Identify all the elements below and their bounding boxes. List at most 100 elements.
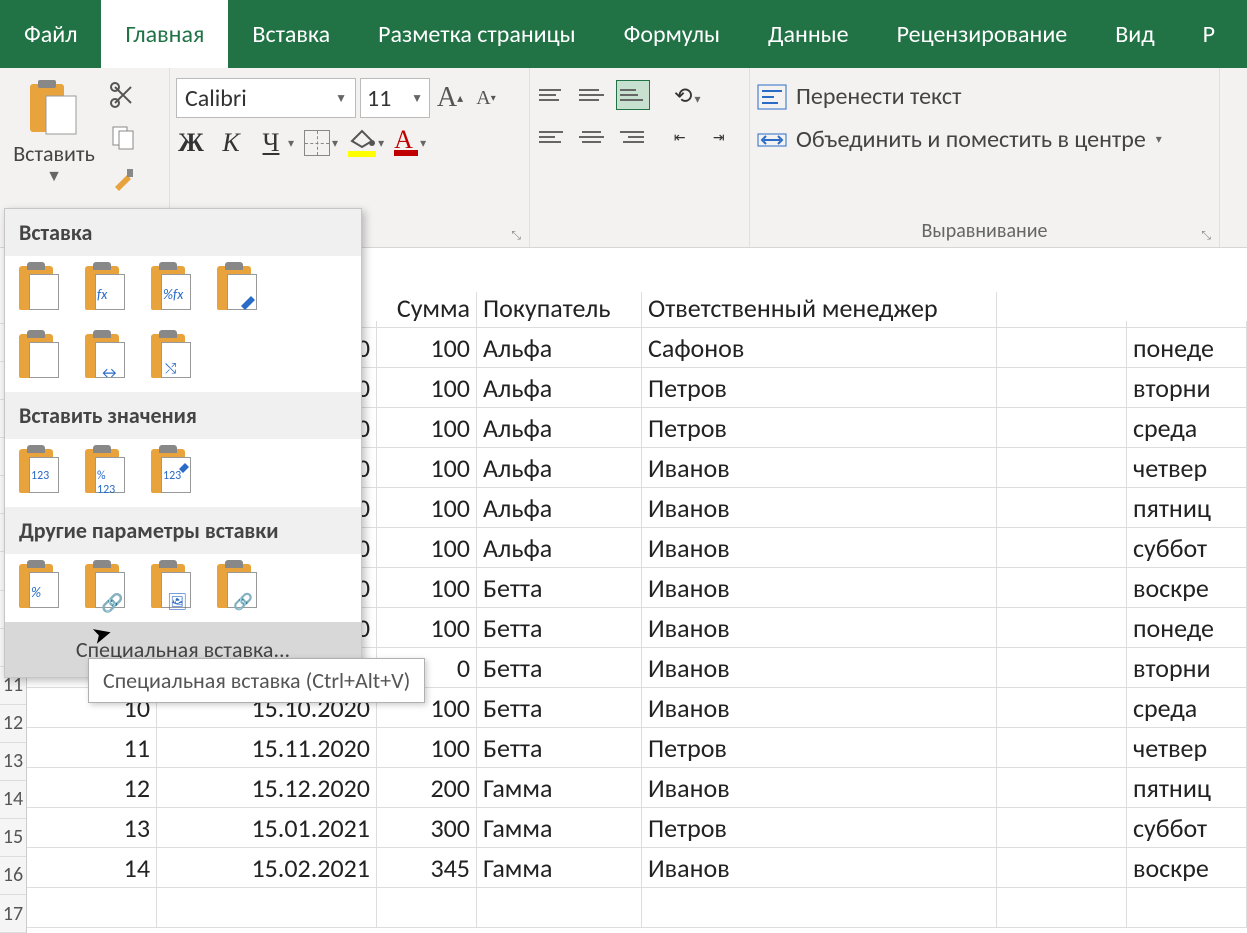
cell[interactable]: 300 — [377, 808, 477, 847]
paste-no-borders-option[interactable] — [19, 334, 67, 382]
paste-transpose-option[interactable]: ⤭ — [151, 334, 199, 382]
tab-page-layout[interactable]: Разметка страницы — [354, 0, 599, 68]
tab-file[interactable]: Файл — [0, 0, 101, 68]
cell[interactable]: пятниц — [1127, 488, 1247, 527]
cell[interactable]: Иванов — [642, 768, 997, 807]
cell[interactable]: Гамма — [477, 848, 642, 887]
cell[interactable]: Петров — [642, 728, 997, 767]
cell[interactable]: 12 — [27, 768, 157, 807]
underline-button[interactable]: Ч — [256, 128, 286, 158]
row-header[interactable]: 14 — [0, 781, 26, 819]
cell[interactable] — [997, 528, 1127, 567]
cell[interactable]: Альфа — [477, 368, 642, 407]
cell[interactable]: 15.02.2021 — [157, 848, 377, 887]
cell[interactable]: Петров — [642, 368, 997, 407]
tab-formulas[interactable]: Формулы — [600, 0, 744, 68]
table-row[interactable]: 1315.01.2021300ГаммаПетров суббот — [27, 808, 1247, 848]
col-header[interactable] — [997, 321, 1127, 327]
align-left-button[interactable] — [536, 122, 569, 152]
cell[interactable]: Иванов — [642, 648, 997, 687]
table-row[interactable]: 1215.12.2020200ГаммаИвановпятниц — [27, 768, 1247, 808]
cell[interactable] — [997, 328, 1127, 367]
cell[interactable]: 345 — [377, 848, 477, 887]
cell[interactable]: Бетта — [477, 568, 642, 607]
cell[interactable]: 100 — [377, 608, 477, 647]
cell[interactable]: Иванов — [642, 608, 997, 647]
tab-partial[interactable]: Р — [1179, 0, 1239, 68]
font-color-button[interactable]: A ▾ — [394, 130, 426, 156]
cell[interactable]: Альфа — [477, 328, 642, 367]
cell[interactable]: Иванов — [642, 528, 997, 567]
table-row[interactable]: 1115.11.2020100БеттаПетровчетвер — [27, 728, 1247, 768]
font-name-combo[interactable]: Calibri▼ — [176, 78, 356, 118]
cell[interactable]: вторни — [1127, 368, 1247, 407]
cell[interactable]: воскре — [1127, 568, 1247, 607]
paste-formulas-number-option[interactable]: %fx — [151, 266, 199, 314]
cell[interactable]: суббот — [1127, 808, 1247, 847]
italic-button[interactable]: К — [216, 128, 246, 158]
grow-font-button[interactable]: A▴ — [434, 78, 466, 118]
cell[interactable]: 15.11.2020 — [157, 728, 377, 767]
cell[interactable]: 100 — [377, 728, 477, 767]
cell[interactable]: 100 — [377, 328, 477, 367]
cell[interactable]: 100 — [377, 408, 477, 447]
cell[interactable]: среда — [1127, 408, 1247, 447]
align-center-button[interactable] — [575, 122, 608, 152]
cell[interactable]: Иванов — [642, 488, 997, 527]
row-header[interactable]: 17 — [0, 895, 26, 933]
row-header[interactable]: 15 — [0, 819, 26, 857]
fill-color-button[interactable]: ▾ — [348, 129, 384, 157]
cell[interactable] — [997, 568, 1127, 607]
cell[interactable]: 100 — [377, 488, 477, 527]
dialog-launcher-icon[interactable]: ⤡ — [1201, 229, 1211, 243]
paste-values-option[interactable]: 123 — [19, 449, 67, 497]
cell[interactable]: Петров — [642, 408, 997, 447]
cell[interactable]: Альфа — [477, 408, 642, 447]
cell[interactable] — [997, 408, 1127, 447]
dialog-launcher-icon[interactable]: ⤡ — [511, 229, 521, 243]
paste-button[interactable]: Вставить ▼ — [6, 72, 102, 186]
table-row[interactable]: 1415.02.2021345ГаммаИвановвоскре — [27, 848, 1247, 888]
cell[interactable]: понеде — [1127, 328, 1247, 367]
cell[interactable]: Иванов — [642, 688, 997, 727]
cell[interactable] — [997, 448, 1127, 487]
cell[interactable]: четвер — [1127, 728, 1247, 767]
cell[interactable]: суббот — [1127, 528, 1247, 567]
align-top-button[interactable] — [536, 80, 570, 110]
cell[interactable]: 200 — [377, 768, 477, 807]
merge-center-button[interactable]: Объединить и поместить в центре ▾ — [756, 125, 1213, 154]
cell[interactable]: Гамма — [477, 808, 642, 847]
font-size-combo[interactable]: 11▼ — [360, 78, 430, 118]
tab-data[interactable]: Данные — [744, 0, 873, 68]
tab-view[interactable]: Вид — [1091, 0, 1178, 68]
cell[interactable]: Бетта — [477, 608, 642, 647]
cell[interactable]: воскре — [1127, 848, 1247, 887]
cell[interactable] — [997, 768, 1127, 807]
tab-insert[interactable]: Вставка — [228, 0, 354, 68]
cell[interactable] — [997, 608, 1127, 647]
tab-review[interactable]: Рецензирование — [873, 0, 1092, 68]
decrease-indent-button[interactable]: ⇤ — [671, 122, 704, 152]
paste-formatting-option[interactable]: % — [19, 564, 67, 612]
cell[interactable]: вторни — [1127, 648, 1247, 687]
paste-column-widths-option[interactable]: ↔ — [85, 334, 133, 382]
paste-values-number-option[interactable]: %123 — [85, 449, 133, 497]
paste-all-option[interactable] — [19, 266, 67, 314]
cell[interactable] — [997, 728, 1127, 767]
row-header[interactable]: 13 — [0, 743, 26, 781]
cell[interactable]: Петров — [642, 808, 997, 847]
cell[interactable]: Бетта — [477, 688, 642, 727]
align-middle-button[interactable] — [576, 80, 610, 110]
cell[interactable]: пятниц — [1127, 768, 1247, 807]
cell[interactable]: 15.01.2021 — [157, 808, 377, 847]
orientation-button[interactable]: ⟲▾ — [674, 82, 700, 109]
borders-button[interactable]: ▾ — [304, 130, 338, 156]
cell[interactable]: Иванов — [642, 448, 997, 487]
cell[interactable]: Сафонов — [642, 328, 997, 367]
col-header-manager[interactable]: Ответственный менеджер — [642, 292, 997, 327]
cell[interactable] — [997, 688, 1127, 727]
table-row[interactable] — [27, 888, 1247, 928]
cell[interactable]: 13 — [27, 808, 157, 847]
cell[interactable]: 100 — [377, 368, 477, 407]
cell[interactable]: 100 — [377, 448, 477, 487]
